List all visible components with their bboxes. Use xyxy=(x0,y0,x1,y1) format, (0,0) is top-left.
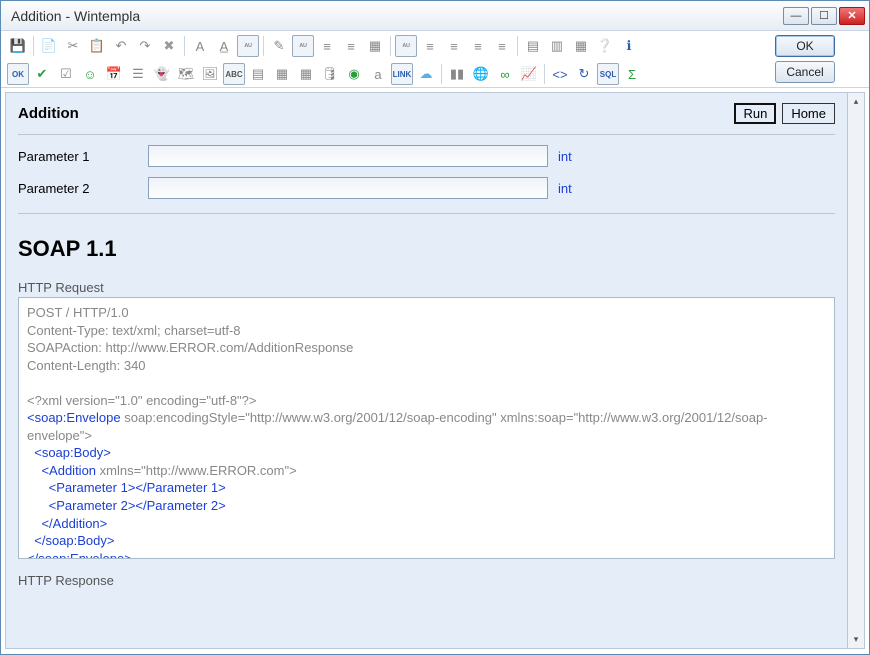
grid3-icon[interactable]: ▦ xyxy=(570,35,592,57)
globe-icon[interactable]: 🌐 xyxy=(470,63,492,85)
image-icon[interactable]: 🖼 xyxy=(199,63,221,85)
auto2-icon[interactable]: ᴬᵁ xyxy=(292,35,314,57)
window-title: Addition - Wintempla xyxy=(11,8,140,24)
align-left-group-icon[interactable]: ≡ xyxy=(316,35,338,57)
doc-lines-icon[interactable]: ☰ xyxy=(127,63,149,85)
copy-icon[interactable]: 📄 xyxy=(38,35,60,57)
abc-icon[interactable]: ABC xyxy=(223,63,245,85)
table-add-icon[interactable]: ▦ xyxy=(295,63,317,85)
undo-icon[interactable]: ↶ xyxy=(110,35,132,57)
list-check-icon[interactable]: ☑ xyxy=(55,63,77,85)
sigma-icon[interactable]: Σ xyxy=(621,63,643,85)
chart-line-icon[interactable]: 📈 xyxy=(518,63,540,85)
record-icon[interactable]: ◉ xyxy=(343,63,365,85)
cut-icon[interactable]: ✂ xyxy=(62,35,84,57)
ok-button[interactable]: OK xyxy=(775,35,835,57)
maximize-button[interactable]: ☐ xyxy=(811,7,837,25)
grid2-icon[interactable]: ▥ xyxy=(546,35,568,57)
param2-label: Parameter 2 xyxy=(18,181,148,196)
align-left-icon[interactable]: ≡ xyxy=(419,35,441,57)
font-bold-icon[interactable]: A xyxy=(189,35,211,57)
sql-icon[interactable]: SQL xyxy=(597,63,619,85)
toolbar-icon-strip: 💾📄✂📋↶↷✖AA̲ᴬᵁ✎ᴬᵁ≡≡▦ᴬᵁ≡≡≡≡▤▥▦❔ℹOK✔☑☺📅☰👻🗺🖼A… xyxy=(7,35,767,85)
refresh-icon[interactable]: ↻ xyxy=(573,63,595,85)
param-row-1: Parameter 1 int xyxy=(18,145,835,167)
param1-label: Parameter 1 xyxy=(18,149,148,164)
param1-input[interactable] xyxy=(148,145,548,167)
minimize-button[interactable]: — xyxy=(783,7,809,25)
paint-icon[interactable]: ✎ xyxy=(268,35,290,57)
http-request-label: HTTP Request xyxy=(18,280,835,295)
page-title: Addition xyxy=(18,105,728,122)
auto3-icon[interactable]: ᴬᵁ xyxy=(395,35,417,57)
text-a-icon[interactable]: a xyxy=(367,63,389,85)
home-button[interactable]: Home xyxy=(782,103,835,124)
delete-icon[interactable]: ✖ xyxy=(158,35,180,57)
cancel-button[interactable]: Cancel xyxy=(775,61,835,83)
http-request-box: POST / HTTP/1.0 Content-Type: text/xml; … xyxy=(18,297,835,559)
smiley-icon[interactable]: ☺ xyxy=(79,63,101,85)
toolbar: 💾📄✂📋↶↷✖AA̲ᴬᵁ✎ᴬᵁ≡≡▦ᴬᵁ≡≡≡≡▤▥▦❔ℹOK✔☑☺📅☰👻🗺🖼A… xyxy=(1,31,869,88)
param2-input[interactable] xyxy=(148,177,548,199)
save-icon[interactable]: 💾 xyxy=(7,35,29,57)
align-center-icon[interactable]: ≡ xyxy=(443,35,465,57)
titlebar: Addition - Wintempla — ☐ ✕ xyxy=(1,1,869,31)
align-center-group-icon[interactable]: ≡ xyxy=(340,35,362,57)
param2-type: int xyxy=(558,181,572,196)
close-button[interactable]: ✕ xyxy=(839,7,865,25)
info-icon[interactable]: ℹ xyxy=(618,35,640,57)
chart-bar-icon[interactable]: ▮▮ xyxy=(446,63,468,85)
page-icon[interactable]: ▤ xyxy=(247,63,269,85)
auto-icon[interactable]: ᴬᵁ xyxy=(237,35,259,57)
content-pane: Addition Run Home Parameter 1 int Parame… xyxy=(5,92,848,649)
paste-icon[interactable]: 📋 xyxy=(86,35,108,57)
http-response-label: HTTP Response xyxy=(18,573,835,588)
run-button[interactable]: Run xyxy=(734,103,776,124)
font-underline-icon[interactable]: A̲ xyxy=(213,35,235,57)
redo-icon[interactable]: ↷ xyxy=(134,35,156,57)
grid1-icon[interactable]: ▤ xyxy=(522,35,544,57)
soap-heading: SOAP 1.1 xyxy=(18,236,835,262)
calendar-icon[interactable]: 📅 xyxy=(103,63,125,85)
param1-type: int xyxy=(558,149,572,164)
select-all-icon[interactable]: ▦ xyxy=(364,35,386,57)
check-icon[interactable]: ✔ xyxy=(31,63,53,85)
align-justify-icon[interactable]: ≡ xyxy=(491,35,513,57)
link-icon[interactable]: LINK xyxy=(391,63,413,85)
scroll-up-icon[interactable]: ▴ xyxy=(848,93,864,110)
scroll-down-icon[interactable]: ▾ xyxy=(848,631,864,648)
align-right-icon[interactable]: ≡ xyxy=(467,35,489,57)
help-icon[interactable]: ❔ xyxy=(594,35,616,57)
db-icon[interactable]: 🛢 xyxy=(319,63,341,85)
ghost-icon[interactable]: 👻 xyxy=(151,63,173,85)
table-icon[interactable]: ▦ xyxy=(271,63,293,85)
ok-badge-icon[interactable]: OK xyxy=(7,63,29,85)
param-row-2: Parameter 2 int xyxy=(18,177,835,199)
code-icon[interactable]: <> xyxy=(549,63,571,85)
cloud-icon[interactable]: ☁ xyxy=(415,63,437,85)
vertical-scrollbar[interactable]: ▴ ▾ xyxy=(848,92,865,649)
infinity-icon[interactable]: ∞ xyxy=(494,63,516,85)
map-icon[interactable]: 🗺 xyxy=(175,63,197,85)
